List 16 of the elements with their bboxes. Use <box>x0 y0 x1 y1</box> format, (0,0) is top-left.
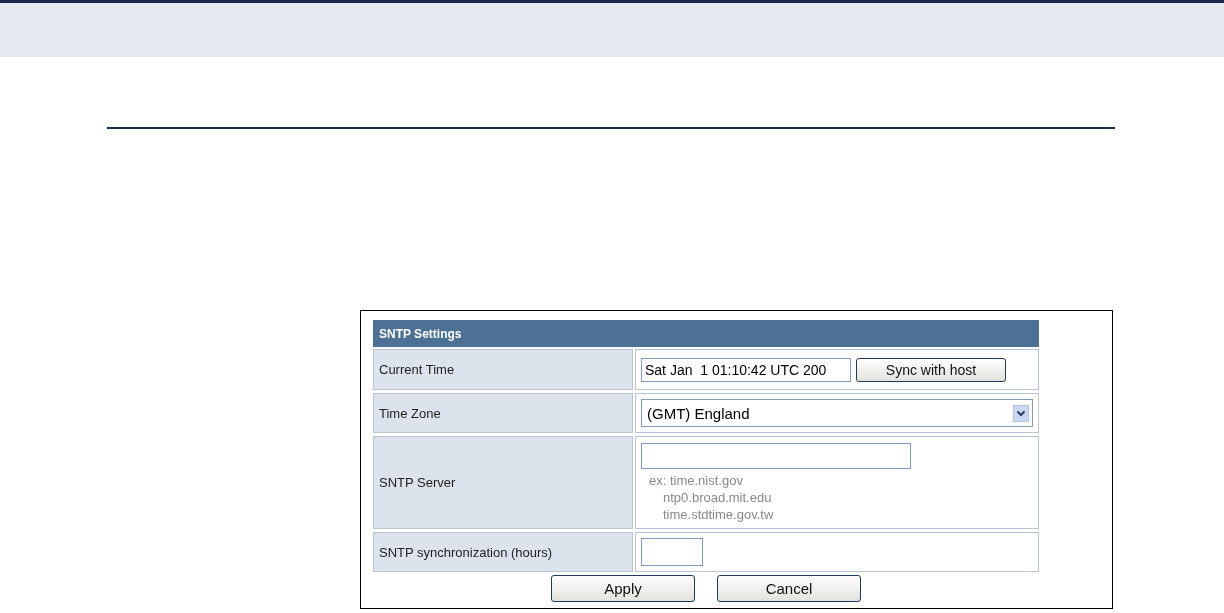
action-button[interactable]: Apply <box>551 575 695 602</box>
action-button[interactable]: Cancel <box>717 575 861 602</box>
hint-text: ex: time.nist.gov <box>648 471 744 489</box>
hint-text: time.stdtime.gov.tw <box>662 505 775 523</box>
row-label: Current Time <box>373 349 633 390</box>
time-field[interactable]: Sat Jan 1 01:10:42 UTC 200 <box>641 357 851 382</box>
server-field[interactable] <box>641 442 911 469</box>
chevron-down-icon <box>1013 404 1029 422</box>
hours-field[interactable] <box>641 538 703 566</box>
sync-button[interactable]: Sync with host <box>856 357 1006 382</box>
row-label: Time Zone <box>373 393 633 433</box>
row-label: SNTP synchronization (hours) <box>373 532 633 572</box>
hint-text: ntp0.broad.mit.edu <box>662 488 773 506</box>
panel-title: SNTP Settings <box>373 320 1039 347</box>
time-zone-dropdown[interactable]: (GMT) England <box>641 399 1033 427</box>
row-label: SNTP Server <box>373 436 633 529</box>
